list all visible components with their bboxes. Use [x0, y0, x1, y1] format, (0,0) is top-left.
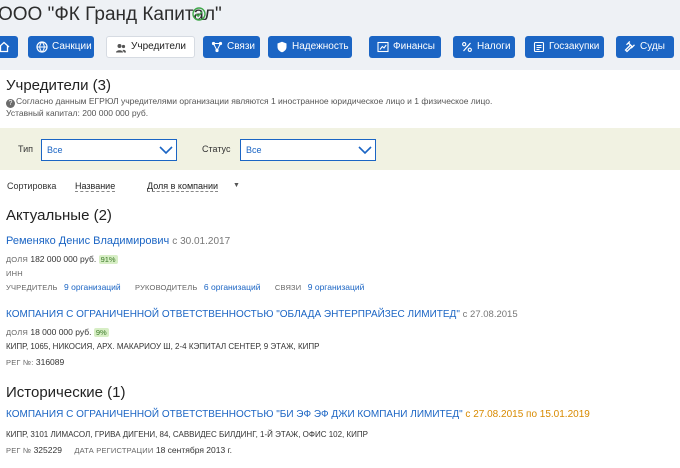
status-filter-label: Статус	[202, 144, 231, 154]
reg-date-value: 18 сентября 2013 г.	[155, 445, 233, 455]
shield-icon	[277, 41, 287, 53]
tab-courts[interactable]: Суды	[616, 36, 674, 58]
tab-finance-label: Финансы	[393, 41, 435, 52]
founder-person-relations: УЧРЕДИТЕЛЬ 9 организаций РУКОВОДИТЕЛЬ 6 …	[6, 282, 364, 292]
globe-icon	[36, 41, 48, 53]
reg-date-label: ДАТА РЕГИСТРАЦИИ	[74, 446, 154, 455]
founders-title: Учредители (3)	[6, 77, 112, 94]
tab-founders-label: Учредители	[131, 41, 187, 52]
status-select[interactable]: Все	[240, 139, 376, 161]
inn-label: ИНН	[6, 269, 23, 278]
document-icon	[533, 41, 545, 53]
tab-reliability[interactable]: Надежность	[268, 36, 352, 58]
historical-company-period: с 27.08.2015 по 15.01.2019	[465, 409, 590, 420]
head-role-label: РУКОВОДИТЕЛЬ	[135, 283, 198, 292]
verified-check-icon	[192, 7, 206, 21]
founder-company-name[interactable]: КОМПАНИЯ С ОГРАНИЧЕННОЙ ОТВЕТСТВЕННОСТЬЮ…	[6, 309, 460, 320]
links-role-label: СВЯЗИ	[274, 283, 302, 292]
tab-sanctions[interactable]: Санкции	[28, 36, 94, 58]
founders-note: ? Согласно данным ЕГРЮЛ учредителями орга…	[6, 96, 492, 108]
historical-company-name[interactable]: КОМПАНИЯ С ОГРАНИЧЕННОЙ ОТВЕТСТВЕННОСТЬЮ…	[6, 409, 463, 420]
founder-company-share: ДОЛЯ 18 000 000 руб. 9%	[6, 327, 109, 337]
tab-links-label: Связи	[227, 41, 256, 52]
founder-person: Ременяко Денис Владимирович с 30.01.2017	[6, 235, 230, 247]
type-filter-label: Тип	[18, 144, 34, 154]
percent-icon	[462, 42, 472, 52]
sort-by-name[interactable]: Название	[75, 181, 116, 192]
reg-value: 316089	[35, 357, 65, 367]
chevron-down-icon	[358, 146, 372, 155]
links-orgs-link[interactable]: 9 организаций	[308, 282, 365, 292]
gavel-icon	[624, 41, 635, 53]
tab-taxes[interactable]: Налоги	[453, 36, 515, 58]
actual-title: Актуальные (2)	[6, 207, 112, 224]
type-select-value: Все	[47, 145, 63, 155]
authorized-capital: Уставный капитал: 200 000 000 руб.	[6, 108, 149, 118]
tab-finance[interactable]: Финансы	[369, 36, 441, 58]
founder-company-reg: РЕГ №: 316089	[6, 357, 64, 367]
founder-person-since: с 30.01.2017	[172, 236, 231, 247]
share-label: ДОЛЯ	[6, 255, 28, 264]
founder-orgs-link[interactable]: 9 организаций	[64, 282, 121, 292]
network-icon	[211, 41, 223, 53]
historical-company-reg: РЕГ № 325229 ДАТА РЕГИСТРАЦИИ 18 сентябр…	[6, 445, 232, 455]
tab-taxes-label: Налоги	[477, 41, 511, 52]
reg-value: 325229	[33, 445, 62, 455]
share-label: ДОЛЯ	[6, 328, 28, 337]
historical-company: КОМПАНИЯ С ОГРАНИЧЕННОЙ ОТВЕТСТВЕННОСТЬЮ…	[6, 409, 590, 420]
founder-company: КОМПАНИЯ С ОГРАНИЧЕННОЙ ОТВЕТСТВЕННОСТЬЮ…	[6, 309, 518, 320]
type-select[interactable]: Все	[41, 139, 177, 161]
sort-by-share[interactable]: Доля в компании	[147, 181, 219, 192]
tab-founders[interactable]: Учредители	[106, 36, 195, 58]
status-select-value: Все	[246, 145, 262, 155]
company-header: ООО "ФК Гранд Капитал" Санкции Учредител…	[0, 0, 680, 70]
tab-procurement-label: Госзакупки	[549, 41, 600, 52]
founder-person-name[interactable]: Ременяко Денис Владимирович	[6, 235, 169, 247]
head-orgs-link[interactable]: 6 организаций	[204, 282, 261, 292]
share-percent-badge: 91%	[98, 255, 118, 264]
share-value: 18 000 000 руб.	[30, 327, 92, 337]
home-icon	[0, 41, 10, 53]
help-icon[interactable]: ?	[6, 99, 15, 108]
share-value: 182 000 000 руб.	[30, 254, 97, 264]
share-percent-badge: 9%	[93, 328, 109, 337]
reg-label: РЕГ №:	[6, 358, 34, 367]
founder-person-share: ДОЛЯ 182 000 000 руб. 91%	[6, 254, 118, 264]
tab-home[interactable]	[0, 36, 18, 58]
tab-links[interactable]: Связи	[203, 36, 260, 58]
historical-title: Исторические (1)	[6, 384, 126, 401]
users-icon	[116, 44, 126, 53]
sort-by-share-label: Доля в компании	[147, 181, 219, 191]
reg-label: РЕГ №	[6, 446, 32, 455]
sort-caret-icon: ▼	[233, 182, 240, 189]
tab-procurement[interactable]: Госзакупки	[525, 36, 604, 58]
chevron-down-icon	[159, 146, 173, 155]
company-name: ООО "ФК Гранд Капитал"	[0, 4, 222, 25]
tab-reliability-label: Надежность	[292, 41, 349, 52]
founder-person-inn: ИНН	[6, 268, 23, 278]
historical-company-address: КИПР, 3101 ЛИМАСОЛ, ГРИВА ДИГЕНИ, 84, СА…	[6, 430, 368, 439]
tab-courts-label: Суды	[640, 41, 665, 52]
founder-company-since: с 27.08.2015	[462, 309, 518, 320]
founder-company-address: КИПР, 1065, НИКОСИЯ, АРХ. МАКАРИОУ Ш, 2-…	[6, 342, 320, 351]
sort-label: Сортировка	[7, 181, 57, 191]
founders-note-text: Согласно данным ЕГРЮЛ учредителями орган…	[16, 96, 493, 106]
founder-role-label: УЧРЕДИТЕЛЬ	[6, 283, 58, 292]
tab-sanctions-label: Санкции	[52, 41, 92, 52]
chart-icon	[377, 41, 389, 53]
